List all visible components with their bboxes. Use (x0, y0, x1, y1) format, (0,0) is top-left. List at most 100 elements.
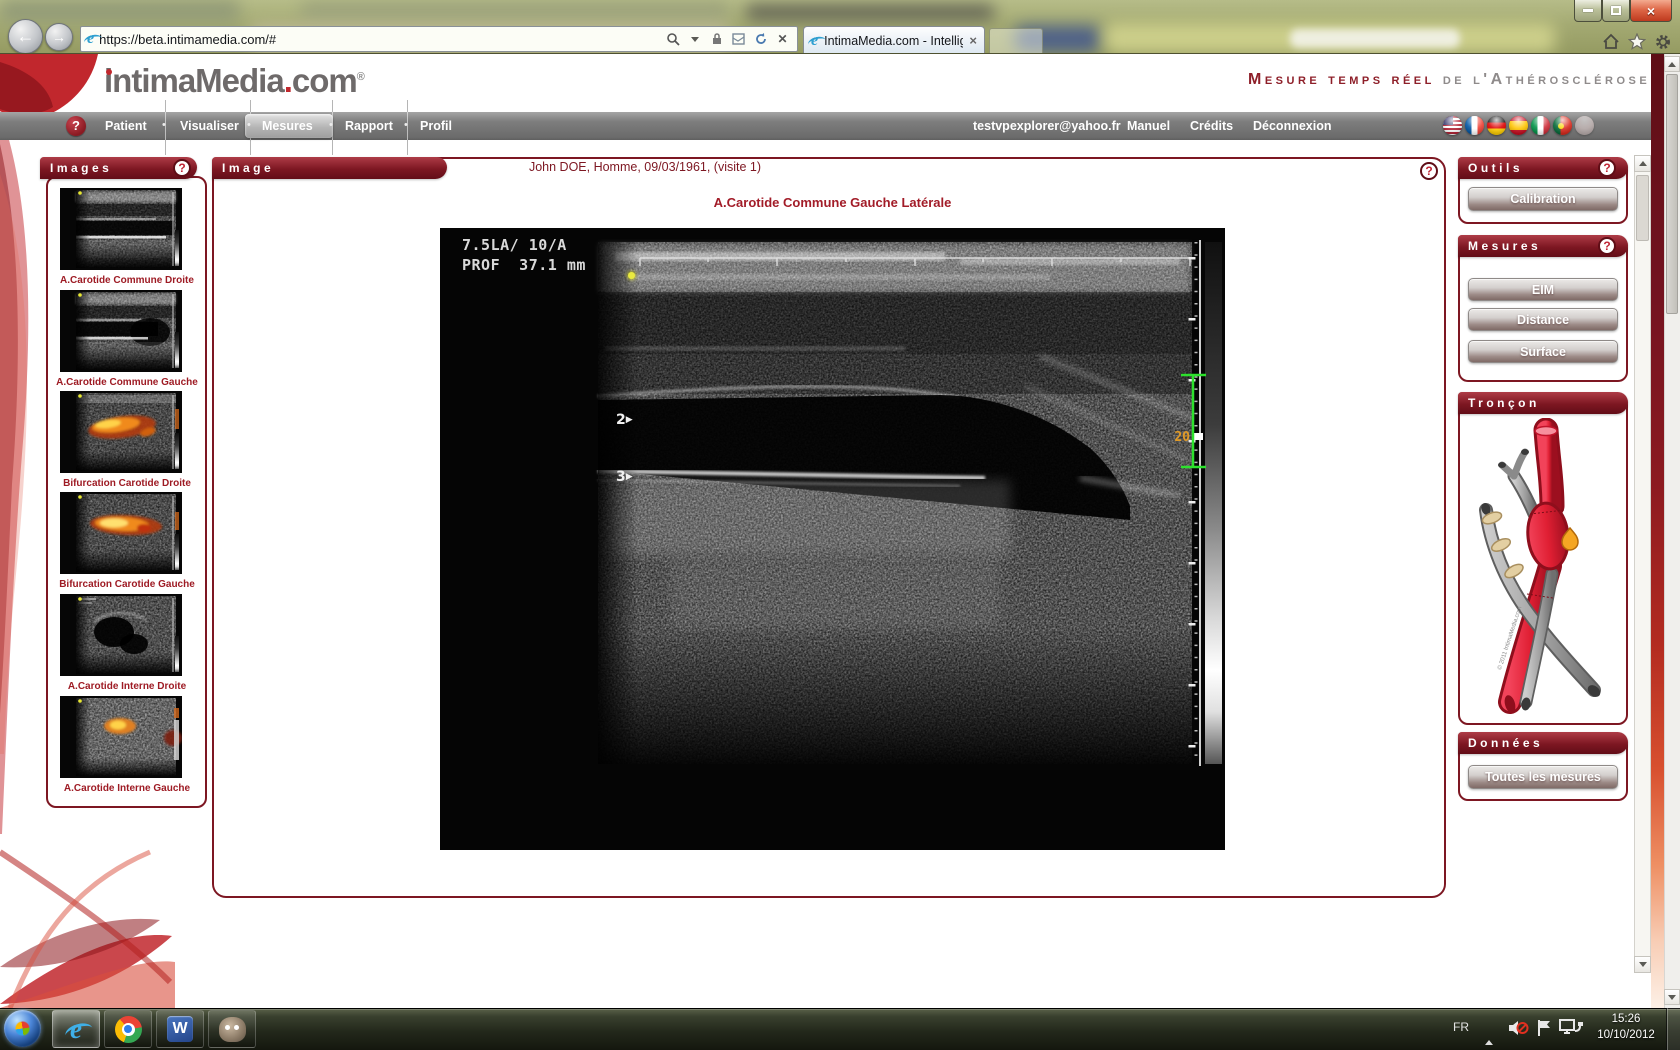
tools-help-icon[interactable]: ? (1598, 159, 1616, 177)
thumbnail-caption: A.Carotide Commune Droite (48, 275, 206, 286)
browser-scrollbar-thumb[interactable] (1666, 74, 1678, 314)
flag-fr-icon[interactable] (1465, 116, 1484, 135)
tagline-rest: de l'Athérosclérose (1443, 71, 1650, 89)
troncon-panel-title: Tronçon (1468, 396, 1540, 410)
thumbnail-carotide-interne-gauche[interactable] (60, 696, 182, 778)
browser-tab[interactable]: e IntimaMedia.com - Intellig... × (803, 26, 985, 54)
nav-link-deconnexion[interactable]: Déconnexion (1253, 119, 1332, 133)
refresh-icon[interactable] (752, 31, 769, 48)
nav-item-patient[interactable]: Patient (105, 119, 147, 133)
nav-link-manuel[interactable]: Manuel (1127, 119, 1170, 133)
flag-it-icon[interactable] (1531, 116, 1550, 135)
back-arrow-icon: ← (17, 26, 35, 47)
measures-help-icon[interactable]: ? (1598, 237, 1616, 255)
marker-2-label: 2 (616, 412, 626, 428)
action-center-flag-icon[interactable] (1535, 1018, 1553, 1038)
internet-explorer-icon: e (70, 1016, 82, 1043)
all-measures-button[interactable]: Toutes les mesures (1468, 765, 1618, 789)
taskbar-clock[interactable]: 15:26 10/10/2012 (1593, 1011, 1659, 1047)
window-minimize-button[interactable] (1574, 0, 1602, 22)
tools-panel-title: Outils (1468, 161, 1523, 175)
browser-scroll-down-button[interactable] (1664, 989, 1680, 1005)
thumbnail-bifurcation-carotide-droite[interactable] (60, 391, 182, 473)
flag-es-icon[interactable] (1509, 116, 1528, 135)
language-indicator[interactable]: FR (1453, 1020, 1469, 1034)
thumbnail-bifurcation-carotide-gauche[interactable] (60, 492, 182, 574)
user-email[interactable]: testvpexplorer@yahoo.fr (973, 119, 1121, 133)
home-icon[interactable] (1600, 32, 1622, 51)
search-icon[interactable] (664, 31, 681, 48)
start-button[interactable] (4, 1010, 41, 1047)
system-tray: FR 15:26 10/10/2012 (1445, 1008, 1665, 1050)
ssl-lock-icon[interactable] (708, 31, 725, 48)
marker-arrow-icon: ▶ (626, 472, 633, 482)
page-scrollbar-thumb[interactable] (1636, 175, 1649, 241)
gimp-icon (219, 1017, 246, 1042)
chrome-icon (115, 1016, 142, 1043)
background-window-title-blur (745, 5, 995, 20)
thumbnail-carotide-commune-gauche[interactable] (60, 290, 182, 372)
thumbnail-carotide-interne-droite[interactable] (60, 594, 182, 676)
forward-arrow-icon: → (52, 29, 66, 45)
settings-gear-icon[interactable] (1652, 32, 1674, 51)
tagline-accent: Mesure temps réel (1248, 71, 1435, 89)
calibration-button[interactable]: Calibration (1468, 187, 1618, 211)
data-panel-header: Données (1458, 732, 1628, 754)
ultrasound-viewport[interactable]: 7.5LA/ 10/A PROF 37.1 mm 2▶ 3▶ 20 (440, 228, 1225, 850)
images-help-icon[interactable]: ? (173, 159, 191, 177)
hidden-icons-button[interactable] (1485, 1023, 1493, 1041)
thumbnail-caption: Bifurcation Carotide Gauche (48, 579, 206, 590)
logo-dot: . (284, 62, 292, 99)
ultrasound-marker-dot (628, 272, 635, 279)
taskbar-internet-explorer[interactable]: e (52, 1010, 100, 1048)
favorites-star-icon[interactable] (1626, 32, 1648, 51)
nav-link-credits[interactable]: Crédits (1190, 119, 1233, 133)
flag-inactive-icon[interactable] (1575, 116, 1594, 135)
nav-item-mesures[interactable]: Mesures (262, 119, 313, 133)
url-bar[interactable]: e https://beta.intimamedia.com/# ✕ (80, 26, 798, 52)
stop-icon[interactable]: ✕ (774, 31, 791, 48)
show-desktop-button[interactable] (1666, 1008, 1680, 1050)
window-restore-button[interactable] (1602, 0, 1630, 22)
nav-help-icon[interactable]: ? (66, 116, 86, 136)
nav-separator: • (162, 119, 166, 131)
tab-title: IntimaMedia.com - Intellig... (824, 34, 963, 48)
new-tab-button[interactable] (989, 28, 1043, 54)
flag-de-icon[interactable] (1487, 116, 1506, 135)
url-text[interactable]: https://beta.intimamedia.com/# (99, 32, 659, 47)
nav-item-profil[interactable]: Profil (420, 119, 452, 133)
taskbar-gimp[interactable] (208, 1010, 256, 1048)
volume-muted-icon[interactable] (1507, 1018, 1529, 1038)
search-dropdown-icon[interactable] (686, 31, 703, 48)
image-help-icon[interactable]: ? (1420, 162, 1438, 180)
artery-diagram[interactable]: © 2011 IntimaMedia.com (1464, 418, 1622, 718)
ultrasound-info-line1: 7.5LA/ 10/A (462, 236, 567, 254)
flag-us-icon[interactable] (1443, 116, 1462, 135)
compatibility-view-icon[interactable] (730, 31, 747, 48)
surface-button[interactable]: Surface (1468, 340, 1618, 363)
taskbar-chrome[interactable] (104, 1010, 152, 1048)
distance-button[interactable]: Distance (1468, 308, 1618, 331)
flag-pt-icon[interactable] (1553, 116, 1572, 135)
page-content: intimaMedia.com® Mesure temps réel de l'… (0, 54, 1664, 1008)
nav-item-rapport[interactable]: Rapport (345, 119, 393, 133)
page-scroll-down-button[interactable] (1634, 956, 1651, 973)
tab-close-icon[interactable]: × (969, 33, 977, 48)
page-scrollbar[interactable] (1634, 155, 1651, 973)
marker-arrow-icon: ▶ (626, 415, 633, 425)
taskbar-word[interactable]: W (156, 1010, 204, 1048)
restore-icon (1611, 6, 1621, 15)
page-scroll-up-button[interactable] (1634, 155, 1651, 172)
browser-forward-button[interactable]: → (45, 23, 73, 51)
nav-item-visualiser[interactable]: Visualiser (180, 119, 239, 133)
browser-scroll-up-button[interactable] (1664, 56, 1680, 72)
site-logo: intimaMedia.com® (104, 62, 364, 100)
image-panel-header: Image (212, 157, 447, 179)
window-close-button[interactable]: × (1630, 0, 1672, 22)
network-icon[interactable] (1559, 1019, 1585, 1037)
thumbnail-carotide-commune-droite[interactable] (60, 188, 182, 270)
browser-back-button[interactable]: ← (8, 19, 43, 54)
arrow-down-icon (1668, 995, 1676, 1000)
minimize-icon (1583, 9, 1593, 12)
eim-button[interactable]: EIM (1468, 278, 1618, 301)
